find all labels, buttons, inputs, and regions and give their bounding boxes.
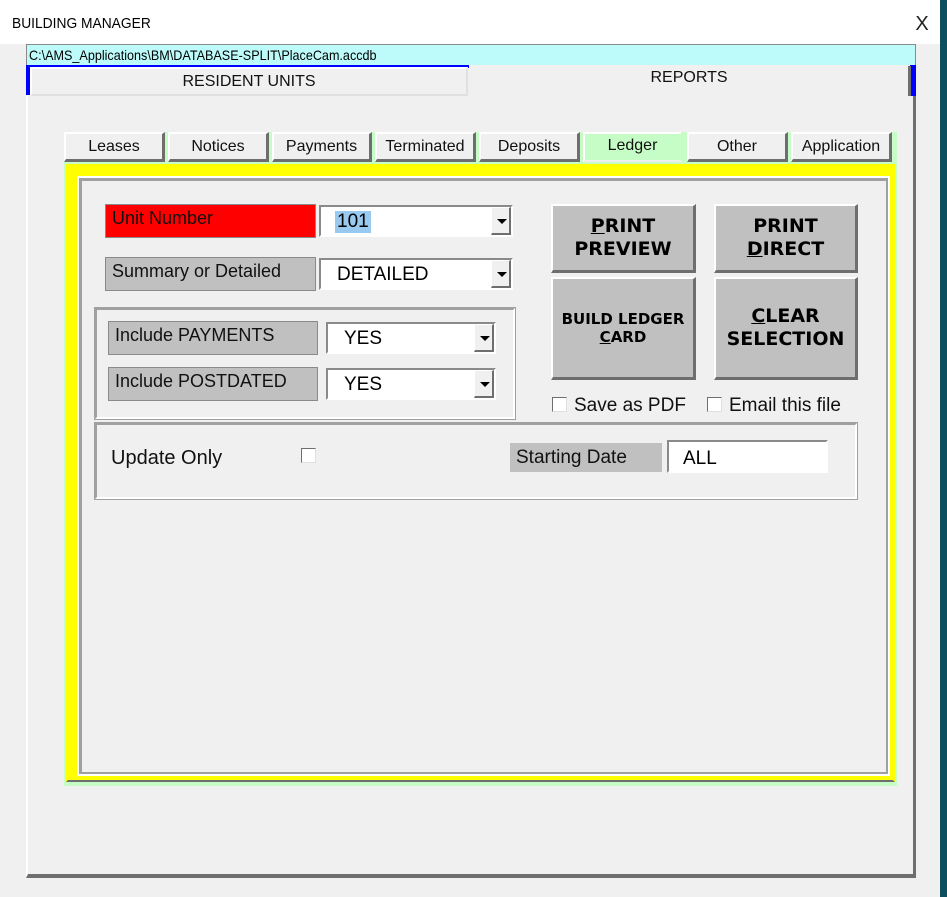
summary-detailed-combo[interactable]: DETAILED [319, 258, 513, 290]
email-file-checkbox[interactable] [707, 397, 722, 412]
database-path: C:\AMS_Applications\BM\DATABASE-SPLIT\Pl… [29, 47, 377, 63]
label: SELECTION [726, 328, 845, 350]
include-postdated-value: YES [344, 374, 383, 395]
summary-detailed-label: Summary or Detailed [105, 257, 316, 291]
tab-leases[interactable]: Leases [64, 132, 165, 162]
starting-date-label: Starting Date [510, 443, 662, 472]
unit-number-label: Unit Number [105, 204, 316, 238]
unit-number-value: 101 [335, 211, 371, 233]
include-payments-label: Include PAYMENTS [108, 321, 318, 355]
tab-terminated[interactable]: Terminated [375, 132, 476, 162]
mnemonic: C [751, 305, 766, 328]
tab-notices[interactable]: Notices [168, 132, 269, 162]
label: RINT [604, 215, 656, 238]
title-bar: BUILDING MANAGER X [0, 0, 940, 44]
tab-application[interactable]: Application [791, 132, 892, 162]
window-title: BUILDING MANAGER [12, 15, 151, 32]
save-pdf-label: Save as PDF [574, 395, 686, 416]
include-payments-combo[interactable]: YES [326, 322, 496, 354]
include-postdated-combo[interactable]: YES [326, 368, 496, 400]
tab-reports[interactable]: REPORTS [468, 66, 910, 96]
label: IRECT [762, 238, 825, 260]
summary-detailed-value: DETAILED [337, 264, 429, 285]
label: PRINT [753, 215, 818, 238]
tab-ledger[interactable]: Ledger [583, 132, 682, 162]
chevron-down-icon[interactable] [474, 370, 494, 398]
print-direct-button[interactable]: PRINT DIRECT [714, 204, 858, 273]
print-preview-button[interactable]: PRINT PREVIEW [551, 204, 696, 273]
tab-resident-units[interactable]: RESIDENT UNITS [30, 67, 468, 96]
include-payments-value: YES [344, 328, 383, 349]
clear-selection-button[interactable]: CLEAR SELECTION [714, 277, 858, 380]
label: BUILD LEDGER [561, 310, 685, 328]
label: ARD [610, 328, 647, 346]
email-file-label: Email this file [729, 395, 841, 416]
close-icon[interactable]: X [908, 10, 936, 38]
mnemonic: D [746, 238, 763, 260]
save-pdf-checkbox[interactable] [552, 397, 567, 412]
tab-other[interactable]: Other [687, 132, 788, 162]
label: PREVIEW [574, 238, 672, 260]
chevron-down-icon[interactable] [491, 260, 511, 288]
update-only-checkbox[interactable] [301, 448, 316, 463]
unit-number-combo[interactable]: 101 [319, 205, 513, 237]
mnemonic: C [599, 328, 611, 346]
mnemonic: P [590, 215, 605, 238]
starting-date-value: ALL [683, 448, 717, 469]
include-postdated-label: Include POSTDATED [108, 367, 318, 401]
build-ledger-card-button[interactable]: BUILD LEDGER CARD [551, 277, 696, 380]
chevron-down-icon[interactable] [491, 207, 511, 235]
label: LEAR [765, 305, 820, 328]
tab-payments[interactable]: Payments [272, 132, 372, 162]
starting-date-input[interactable]: ALL [667, 440, 828, 473]
update-only-label: Update Only [111, 447, 223, 469]
chevron-down-icon[interactable] [474, 324, 494, 352]
database-path-bar: C:\AMS_Applications\BM\DATABASE-SPLIT\Pl… [26, 44, 916, 66]
tab-deposits[interactable]: Deposits [479, 132, 580, 162]
app-window: BUILDING MANAGER X C:\AMS_Applications\B… [0, 0, 940, 897]
